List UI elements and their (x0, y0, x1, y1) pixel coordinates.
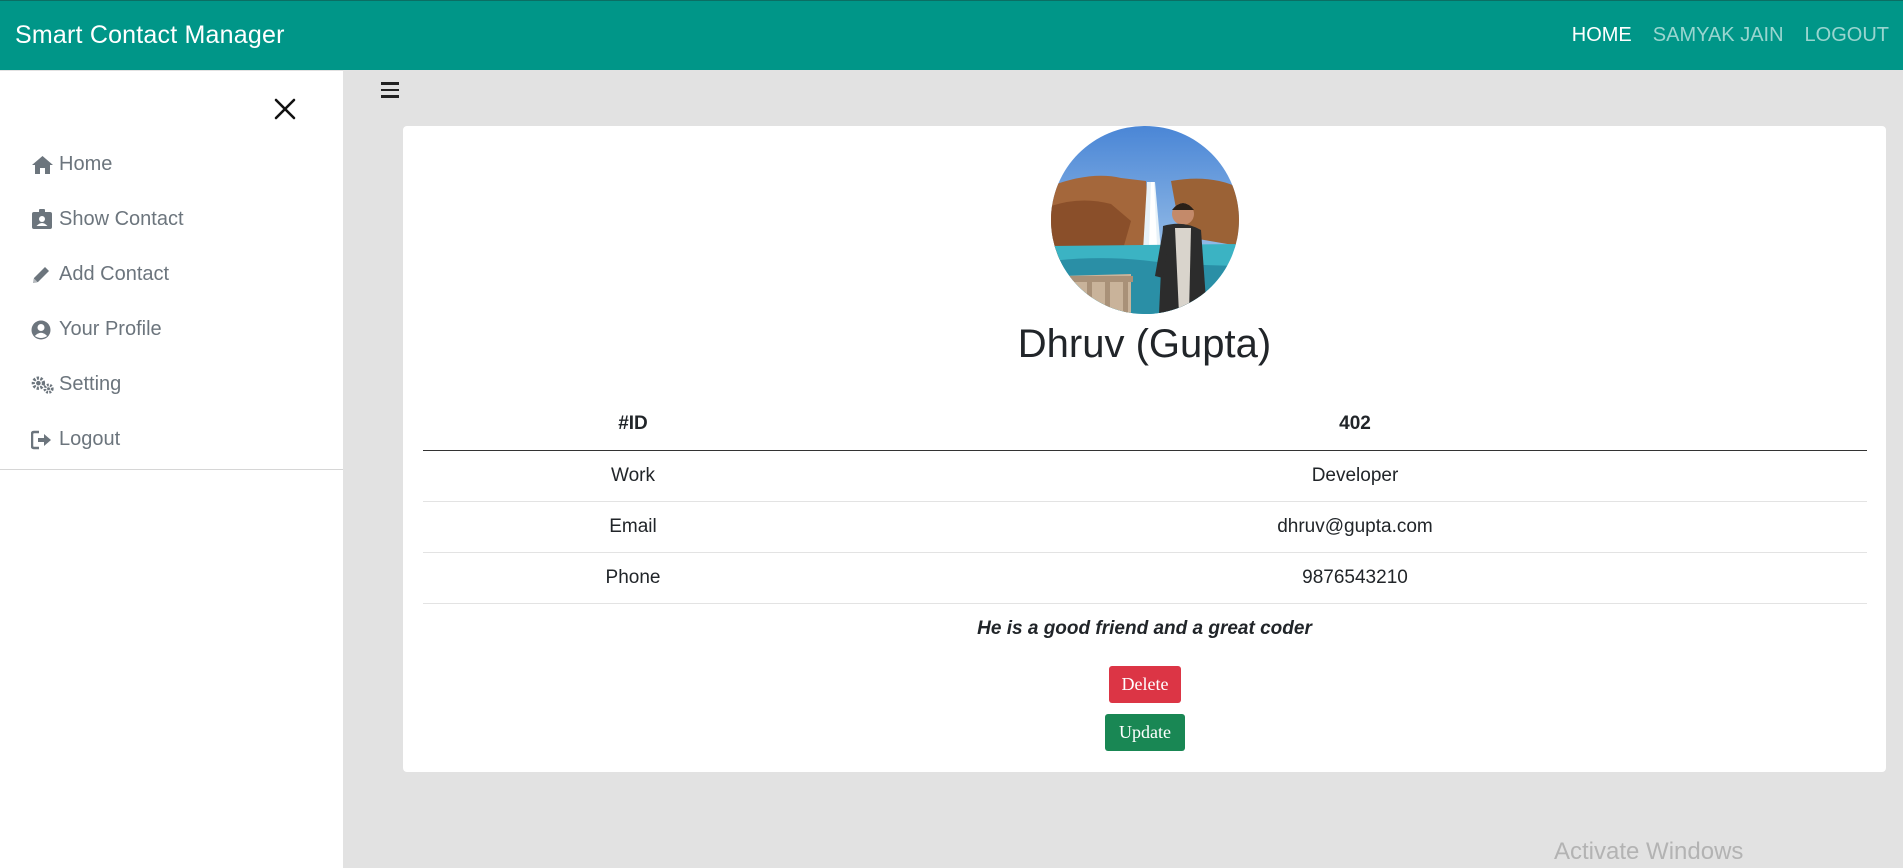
sidebar: Home Show Contact Add Contact Your Profi… (0, 71, 343, 868)
top-navbar: Smart Contact Manager HOME SAMYAK JAIN L… (0, 0, 1903, 70)
nav-logout-link[interactable]: LOGOUT (1805, 24, 1889, 47)
table-cell: dhruv@gupta.com (843, 501, 1867, 553)
sidebar-item-label: Home (59, 153, 113, 175)
close-icon[interactable] (272, 96, 298, 122)
hamburger-menu-icon[interactable] (381, 82, 399, 98)
contact-description: He is a good friend and a great coder (977, 618, 1312, 639)
sign-out-icon (31, 429, 55, 451)
sidebar-item-label: Setting (59, 373, 122, 395)
sidebar-item-logout[interactable]: Logout (0, 412, 343, 467)
contact-avatar (1051, 126, 1239, 314)
table-cell: Email (423, 501, 843, 553)
table-row: Work Developer (423, 450, 1867, 502)
table-header-row: #ID 402 (423, 398, 1867, 451)
gears-icon (31, 374, 55, 396)
sidebar-item-your-profile[interactable]: Your Profile (0, 302, 343, 357)
update-button[interactable]: Update (1105, 714, 1185, 751)
id-card-icon (31, 209, 55, 231)
table-cell: Work (423, 450, 843, 502)
sidebar-item-home[interactable]: Home (0, 137, 343, 192)
home-icon (31, 154, 55, 176)
table-cell: Phone (423, 552, 843, 604)
activate-windows-watermark: Activate Windows (1554, 838, 1744, 865)
table-header-cell: 402 (843, 398, 1867, 451)
sidebar-item-add-contact[interactable]: Add Contact (0, 247, 343, 302)
table-row: Phone 9876543210 (423, 552, 1867, 604)
table-row: Email dhruv@gupta.com (423, 501, 1867, 553)
sidebar-menu: Home Show Contact Add Contact Your Profi… (0, 137, 343, 467)
table-cell: 9876543210 (843, 552, 1867, 604)
nav-user-link[interactable]: SAMYAK JAIN (1653, 24, 1784, 47)
sidebar-item-label: Show Contact (59, 208, 184, 230)
user-circle-icon (31, 319, 55, 341)
sidebar-item-label: Add Contact (59, 263, 170, 285)
nav-links: HOME SAMYAK JAIN LOGOUT (1572, 24, 1889, 47)
sidebar-item-label: Logout (59, 428, 121, 450)
table-header-cell: #ID (423, 398, 843, 451)
sidebar-item-label: Your Profile (59, 318, 162, 340)
sidebar-item-setting[interactable]: Setting (0, 357, 343, 412)
sidebar-item-show-contact[interactable]: Show Contact (0, 192, 343, 247)
contact-details-table: #ID 402 Work Developer Email dhruv@gupta… (423, 398, 1867, 604)
sidebar-divider (0, 469, 343, 470)
nav-home-link[interactable]: HOME (1572, 24, 1632, 47)
contact-card: Dhruv (Gupta) #ID 402 Work Developer Ema… (403, 126, 1886, 772)
delete-button[interactable]: Delete (1109, 666, 1181, 703)
pencil-icon (31, 264, 55, 286)
brand-title[interactable]: Smart Contact Manager (15, 21, 285, 50)
table-cell: Developer (843, 450, 1867, 502)
contact-name: Dhruv (Gupta) (1017, 322, 1272, 366)
